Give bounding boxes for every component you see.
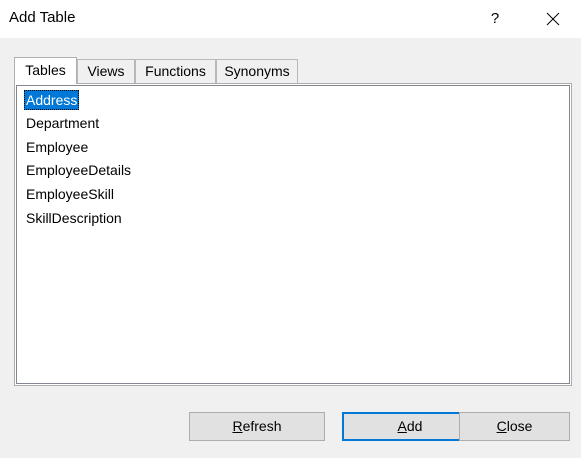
add-button[interactable]: Add bbox=[342, 412, 478, 441]
tab-views[interactable]: Views bbox=[77, 59, 135, 83]
help-button[interactable]: ? bbox=[478, 6, 512, 32]
list-item-skilldescription[interactable]: SkillDescription bbox=[24, 208, 124, 228]
window-title: Add Table bbox=[9, 9, 76, 26]
tab-synonyms[interactable]: Synonyms bbox=[216, 59, 298, 83]
close-icon bbox=[546, 12, 560, 26]
add-mnemonic: A bbox=[397, 418, 407, 434]
close-label: lose bbox=[506, 418, 533, 434]
list-item-address[interactable]: Address bbox=[24, 90, 80, 110]
list-item-employeeskill[interactable]: EmployeeSkill bbox=[24, 184, 116, 204]
close-button[interactable]: Close bbox=[459, 412, 570, 441]
list-item-employee[interactable]: Employee bbox=[24, 137, 90, 157]
title-bar: Add Table ? bbox=[0, 0, 581, 38]
tab-tables[interactable]: Tables bbox=[14, 57, 77, 84]
refresh-button[interactable]: Refresh bbox=[189, 412, 325, 441]
refresh-label: efresh bbox=[242, 418, 282, 434]
close-window-button[interactable] bbox=[536, 6, 570, 32]
refresh-mnemonic: R bbox=[232, 418, 243, 434]
close-mnemonic: C bbox=[496, 418, 507, 434]
tables-tab-panel: Address Department Employee EmployeeDeta… bbox=[14, 83, 572, 386]
add-label: dd bbox=[406, 418, 423, 434]
tables-listbox[interactable]: Address Department Employee EmployeeDeta… bbox=[16, 85, 570, 384]
list-item-employeedetails[interactable]: EmployeeDetails bbox=[24, 160, 133, 180]
tab-functions[interactable]: Functions bbox=[135, 59, 216, 83]
list-item-department[interactable]: Department bbox=[24, 113, 101, 133]
